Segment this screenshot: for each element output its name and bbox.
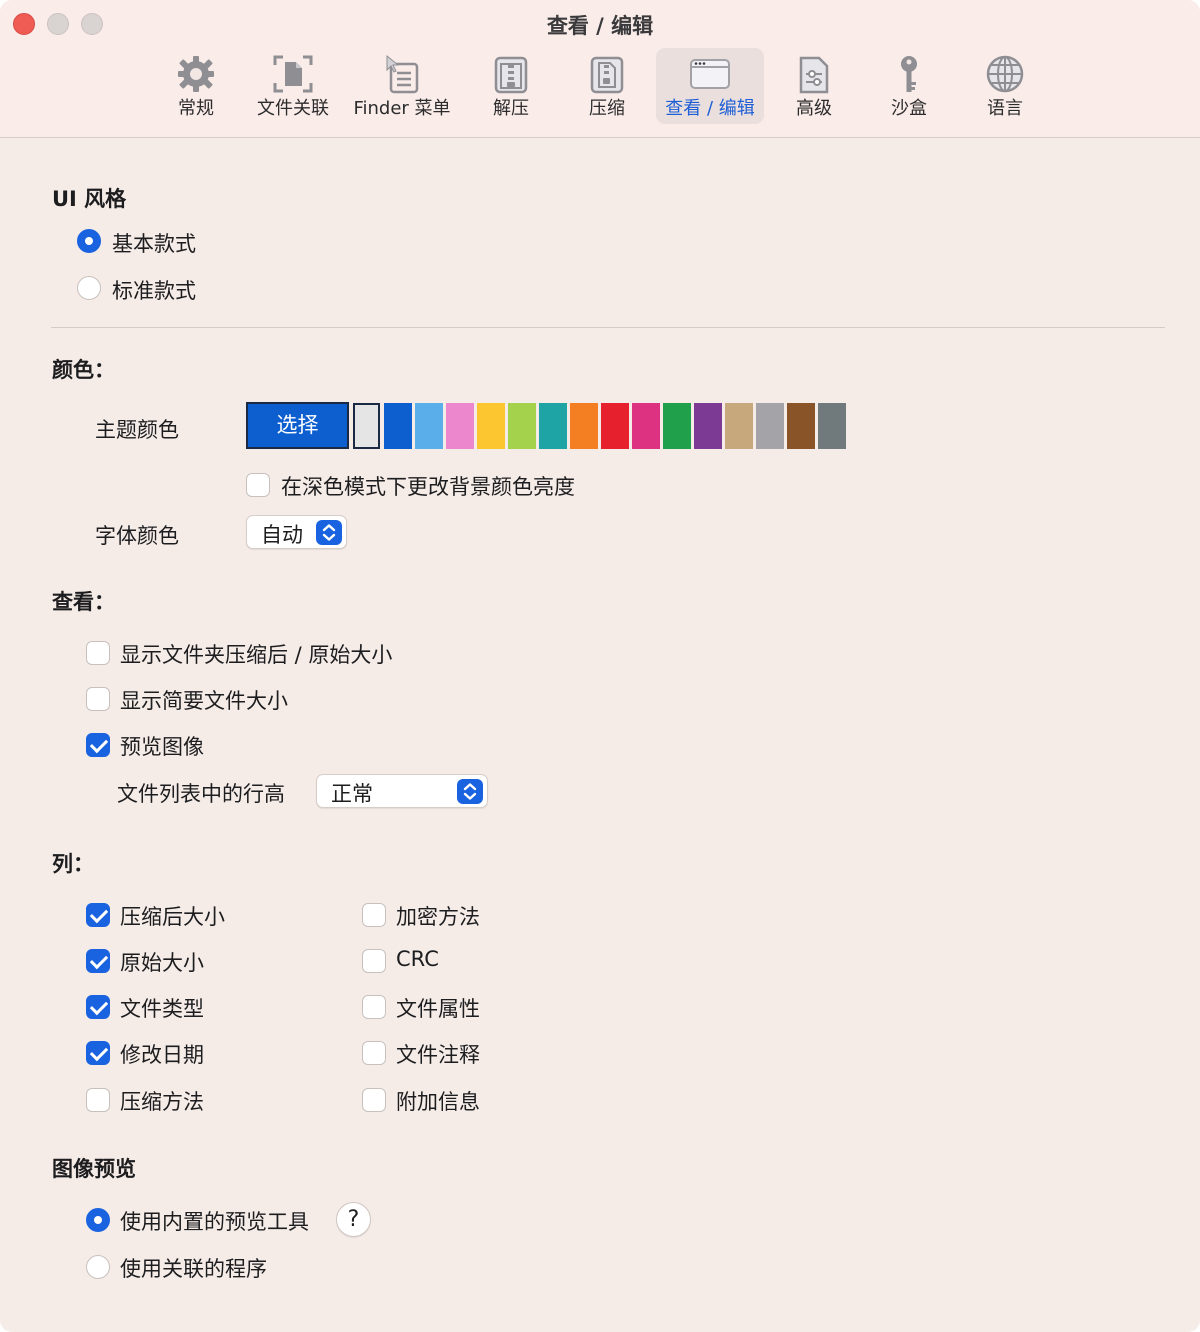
color-swatch[interactable] (508, 403, 536, 449)
color-swatch[interactable] (415, 403, 443, 449)
tab-label: 沙盒 (891, 98, 927, 119)
tab-sandbox[interactable]: 沙盒 (868, 48, 950, 124)
row-height-value: 正常 (331, 782, 373, 806)
font-color-label: 字体颜色 (95, 524, 179, 548)
tab-view-edit[interactable]: 查看 / 编辑 (656, 48, 764, 124)
color-swatch[interactable] (570, 403, 598, 449)
associated-program-label: 使用关联的程序 (120, 1257, 267, 1281)
tab-label: 常规 (178, 98, 214, 119)
tab-advanced[interactable]: 高级 (774, 48, 854, 124)
tab-label: 查看 / 编辑 (665, 98, 755, 119)
tab-label: Finder 菜单 (353, 98, 451, 119)
key-icon (901, 56, 917, 92)
tab-compress[interactable]: 压缩 (566, 48, 648, 124)
dark-mode-brightness-checkbox[interactable] (246, 473, 270, 497)
sliders-icon (799, 56, 829, 94)
show-folder-size-checkbox[interactable] (86, 641, 110, 665)
ui-style-heading: UI 风格 (52, 187, 127, 211)
preview-image-label: 预览图像 (120, 735, 204, 759)
dark-mode-brightness-label: 在深色模式下更改背景颜色亮度 (281, 475, 575, 499)
tab-label: 文件关联 (257, 98, 329, 119)
finder-menu-icon (386, 54, 419, 94)
column-compression-method-checkbox[interactable] (86, 1088, 110, 1112)
column-crc-label: CRC (396, 947, 439, 971)
column-compressed-size-checkbox[interactable] (86, 903, 110, 927)
window-title: 查看 / 编辑 (546, 14, 654, 38)
show-brief-size-checkbox[interactable] (86, 687, 110, 711)
ui-style-standard-radio[interactable] (77, 276, 101, 300)
column-file-type-checkbox[interactable] (86, 995, 110, 1019)
tab-file-association[interactable]: 文件关联 (249, 48, 337, 124)
column-file-comment-label: 文件注释 (396, 1043, 480, 1067)
tab-label: 语言 (987, 98, 1023, 119)
associated-program-radio[interactable] (86, 1255, 110, 1279)
chevron-up-down-icon (457, 779, 483, 804)
tab-label: 压缩 (589, 98, 625, 119)
font-color-popup[interactable]: 自动 (246, 515, 347, 549)
show-folder-size-label: 显示文件夹压缩后 / 原始大小 (120, 643, 393, 667)
tab-language[interactable]: 语言 (964, 48, 1046, 124)
column-encryption-method-label: 加密方法 (396, 905, 480, 929)
builtin-preview-radio[interactable] (86, 1208, 110, 1232)
column-file-attributes-label: 文件属性 (396, 997, 480, 1021)
color-swatch[interactable] (539, 403, 567, 449)
column-original-size-label: 原始大小 (120, 951, 204, 975)
column-file-comment-checkbox[interactable] (362, 1041, 386, 1065)
tab-finder-menu[interactable]: Finder 菜单 (350, 48, 454, 124)
color-swatch[interactable] (663, 403, 691, 449)
color-swatch[interactable] (446, 403, 474, 449)
row-height-label: 文件列表中的行高 (117, 782, 285, 806)
column-extra-info-label: 附加信息 (396, 1090, 480, 1114)
tab-general[interactable]: 常规 (155, 48, 237, 124)
file-association-icon (273, 55, 313, 93)
section-divider (51, 327, 1165, 328)
color-swatch[interactable] (725, 403, 753, 449)
column-modified-date-checkbox[interactable] (86, 1041, 110, 1065)
extract-archive-icon (494, 56, 528, 94)
theme-color-label: 主题颜色 (95, 418, 179, 442)
gear-icon (178, 56, 214, 92)
color-swatch[interactable] (601, 403, 629, 449)
column-compressed-size-label: 压缩后大小 (120, 905, 225, 929)
font-color-value: 自动 (261, 523, 303, 547)
ui-style-basic-label: 基本款式 (112, 232, 196, 256)
color-swatch[interactable] (353, 403, 380, 449)
column-modified-date-label: 修改日期 (120, 1043, 204, 1067)
colors-heading: 颜色： (52, 358, 115, 382)
choose-color-button[interactable]: 选择 (246, 402, 349, 449)
column-crc-checkbox[interactable] (362, 949, 386, 973)
help-button[interactable]: ? (336, 1202, 371, 1237)
view-heading: 查看： (52, 590, 115, 614)
window-icon (690, 59, 730, 89)
column-file-type-label: 文件类型 (120, 997, 204, 1021)
titlebar: 查看 / 编辑 常规 文件关联 Finder 菜单 解压 压缩 查看 / 编辑 … (0, 0, 1200, 138)
column-encryption-method-checkbox[interactable] (362, 903, 386, 927)
color-swatch[interactable] (756, 403, 784, 449)
compress-archive-icon (590, 56, 624, 94)
globe-icon (986, 55, 1024, 93)
chevron-up-down-icon (316, 520, 342, 545)
column-original-size-checkbox[interactable] (86, 949, 110, 973)
color-swatch[interactable] (632, 403, 660, 449)
tab-extract[interactable]: 解压 (470, 48, 552, 124)
image-preview-heading: 图像预览 (52, 1157, 136, 1181)
builtin-preview-label: 使用内置的预览工具 (120, 1210, 309, 1234)
column-compression-method-label: 压缩方法 (120, 1090, 204, 1114)
color-swatch[interactable] (384, 403, 412, 449)
ui-style-standard-label: 标准款式 (112, 279, 196, 303)
tab-label: 高级 (796, 98, 832, 119)
row-height-popup[interactable]: 正常 (316, 774, 488, 808)
color-swatch[interactable] (787, 403, 815, 449)
preview-image-checkbox[interactable] (86, 733, 110, 757)
color-swatch[interactable] (477, 403, 505, 449)
tab-label: 解压 (493, 98, 529, 119)
column-extra-info-checkbox[interactable] (362, 1088, 386, 1112)
show-brief-size-label: 显示简要文件大小 (120, 689, 288, 713)
column-file-attributes-checkbox[interactable] (362, 995, 386, 1019)
color-swatch[interactable] (818, 403, 846, 449)
preferences-window: 查看 / 编辑 常规 文件关联 Finder 菜单 解压 压缩 查看 / 编辑 … (0, 0, 1200, 1332)
ui-style-basic-radio[interactable] (77, 229, 101, 253)
color-swatch[interactable] (694, 403, 722, 449)
columns-heading: 列： (52, 852, 94, 876)
